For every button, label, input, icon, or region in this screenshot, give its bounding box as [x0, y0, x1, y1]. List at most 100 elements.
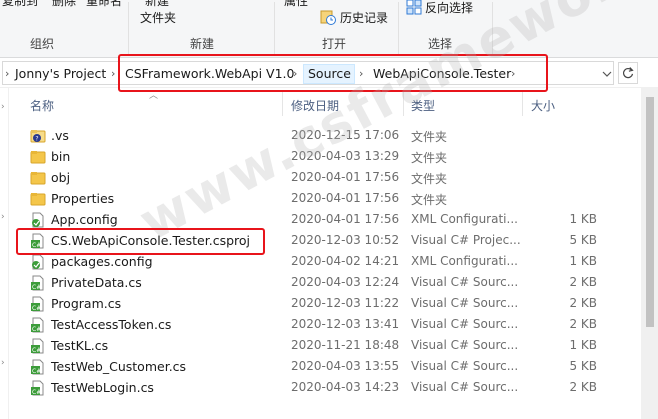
file-name[interactable]: TestKL.cs [51, 338, 108, 353]
file-name[interactable]: PrivateData.cs [51, 275, 142, 290]
config-file-icon [32, 254, 44, 270]
file-date: 2020-12-03 10:52 [291, 233, 400, 247]
file-date: 2020-04-03 13:55 [291, 359, 400, 373]
file-date: 2020-04-03 12:24 [291, 275, 400, 289]
file-date: 2020-04-01 17:56 [291, 191, 400, 205]
cs-file-icon: C# [31, 275, 44, 291]
file-name[interactable]: TestWeb_Customer.cs [51, 359, 186, 374]
svg-text:?: ? [35, 135, 38, 142]
svg-text:C#: C# [32, 326, 41, 333]
history-button[interactable]: 历史记录 [340, 9, 388, 26]
svg-text:C#: C# [32, 389, 41, 396]
file-size: 5 KB [569, 233, 597, 247]
ribbon-separator [128, 2, 129, 54]
scrollbar-thumb[interactable] [646, 97, 654, 327]
history-icon [320, 10, 336, 25]
file-size: 1 KB [569, 212, 597, 226]
column-divider[interactable] [282, 92, 283, 116]
cs-file-icon: C# [31, 317, 44, 333]
navigation-pane-edge: › › › [0, 88, 9, 419]
file-row[interactable]: C# TestWebLogin.cs 2020-04-03 14:23 Visual … [10, 377, 605, 398]
file-type: Visual C# Sourc... [411, 296, 519, 310]
svg-text:C#: C# [32, 347, 41, 354]
file-size: 2 KB [569, 296, 597, 310]
file-type: Visual C# Sourc... [411, 359, 519, 373]
file-name[interactable]: App.config [51, 212, 118, 227]
file-type: Visual C# Sourc... [411, 338, 519, 352]
sort-ascending-icon: ︿ [149, 91, 159, 101]
ribbon-group-label: 组织 [30, 37, 55, 51]
ribbon-separator [398, 2, 399, 54]
file-type: 文件夹 [411, 193, 448, 207]
ribbon-separator [274, 2, 275, 54]
folder-icon [30, 172, 46, 185]
file-size: 1 KB [569, 254, 597, 268]
svg-text:C#: C# [32, 284, 41, 291]
file-size: 2 KB [569, 275, 597, 289]
ribbon-group-label: 新建 [190, 37, 215, 51]
file-name[interactable]: obj [51, 170, 70, 185]
ribbon-group-open: 属性 历史记录 打开 [276, 0, 396, 58]
file-type: 文件夹 [411, 130, 448, 144]
refresh-icon[interactable] [618, 62, 638, 84]
column-header-name[interactable]: 名称 [30, 97, 54, 114]
new-folder-button[interactable]: 文件夹 [140, 9, 176, 26]
file-size: 2 KB [569, 380, 597, 394]
chevron-right-icon: › [5, 67, 10, 80]
file-size: 2 KB [569, 317, 597, 331]
file-name[interactable]: bin [51, 149, 70, 164]
file-name[interactable]: TestAccessToken.cs [51, 317, 171, 332]
file-date: 2020-04-02 14:21 [291, 254, 400, 268]
folder-icon [30, 193, 46, 206]
file-date: 2020-12-03 11:22 [291, 296, 400, 310]
column-divider[interactable] [522, 92, 523, 116]
column-header-size[interactable]: 大小 [531, 97, 555, 114]
cs-file-icon: C# [31, 359, 44, 375]
file-name[interactable]: .vs [51, 128, 69, 143]
file-size: 1 KB [569, 338, 597, 352]
copy-to-button[interactable]: 复制到 [2, 0, 38, 9]
file-type: 文件夹 [411, 172, 448, 186]
file-type: Visual C# Sourc... [411, 275, 519, 289]
file-row[interactable]: C# Program.cs 2020-12-03 11:22 Visual C# So… [10, 293, 605, 314]
file-type: 文件夹 [411, 151, 448, 165]
file-name[interactable]: TestWebLogin.cs [51, 380, 154, 395]
delete-button[interactable]: 删除 [52, 0, 76, 9]
invert-selection-button[interactable]: 反向选择 [425, 0, 473, 16]
file-row[interactable]: C# TestAccessToken.cs 2020-12-03 13:41 Visu… [10, 314, 605, 335]
file-type: XML Configurati... [411, 212, 518, 226]
config-file-icon [32, 212, 44, 228]
svg-text:C#: C# [32, 305, 41, 312]
breadcrumb-jonnys-project[interactable]: Jonny's Project [15, 66, 106, 81]
cs-file-icon: C# [31, 338, 44, 354]
rename-button[interactable]: 重命名 [86, 0, 122, 9]
file-type: Visual C# Sourc... [411, 380, 519, 394]
file-date: 2020-11-21 18:48 [291, 338, 400, 352]
folder-icon [30, 151, 46, 164]
invert-selection-icon [406, 0, 422, 15]
file-type: Visual C# Sourc... [411, 317, 519, 331]
file-name[interactable]: Properties [51, 191, 114, 206]
file-type: Visual C# Projec... [411, 233, 521, 247]
new-item-button[interactable]: 新建 [145, 0, 169, 9]
file-date: 2020-04-03 14:23 [291, 380, 400, 394]
file-row[interactable]: Properties 2020-04-01 17:56 文件夹 [10, 188, 605, 209]
folder-hidden-icon: ? [30, 130, 46, 143]
chevron-right-icon: › [1, 358, 5, 368]
ribbon-group-organize: 复制到 删除 重命名 组织 [0, 0, 122, 58]
file-type: XML Configurati... [411, 254, 518, 268]
cs-file-icon: C# [31, 296, 44, 312]
ribbon-group-label: 打开 [322, 37, 347, 51]
svg-text:C#: C# [32, 368, 41, 375]
file-name[interactable]: Program.cs [51, 296, 121, 311]
file-date: 2020-12-03 13:41 [291, 317, 400, 331]
file-highlight-box [16, 228, 265, 255]
file-name[interactable]: packages.config [51, 254, 153, 269]
file-row[interactable]: App.config 2020-04-01 17:56 XML Configurat… [10, 209, 605, 230]
properties-button[interactable]: 属性 [284, 0, 308, 9]
file-row[interactable]: C# PrivateData.cs 2020-04-03 12:24 Visual C… [10, 272, 605, 293]
file-size: 5 KB [569, 359, 597, 373]
file-row[interactable]: C# TestWeb_Customer.cs 2020-04-03 13:55 Vis… [10, 356, 605, 377]
file-row[interactable]: C# TestKL.cs 2020-11-21 18:48 Visual C# Sou… [10, 335, 605, 356]
chevron-down-icon[interactable] [599, 65, 615, 83]
